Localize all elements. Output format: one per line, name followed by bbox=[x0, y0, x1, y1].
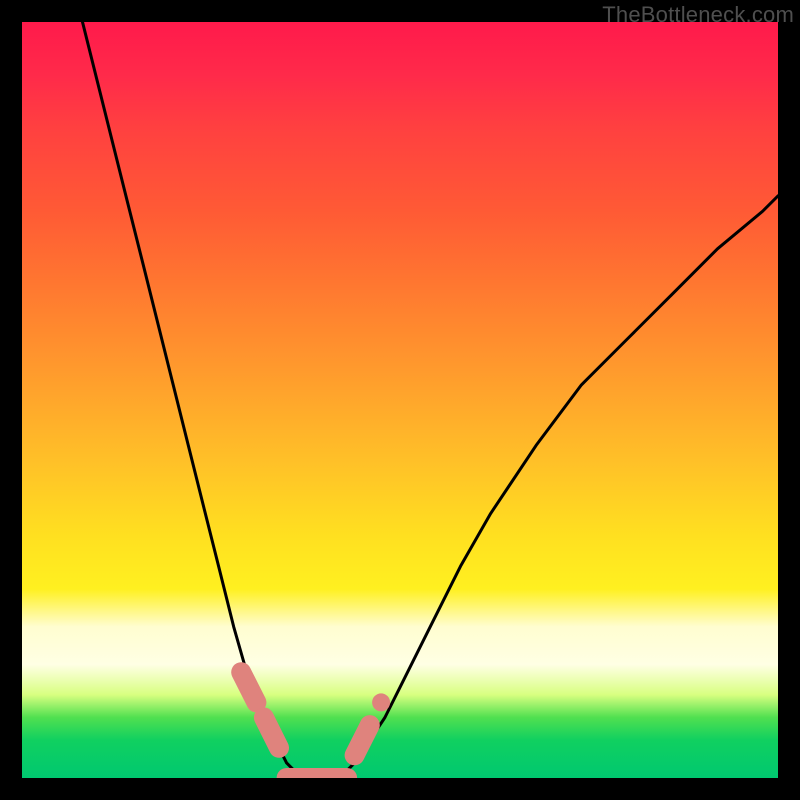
series-right-curve bbox=[340, 196, 779, 778]
marker-segment-1 bbox=[264, 718, 279, 748]
marker-dot-4 bbox=[372, 693, 390, 711]
plot-area bbox=[22, 22, 778, 778]
marker-segment-0 bbox=[241, 672, 256, 702]
marker-segment-3 bbox=[355, 725, 370, 755]
series-left-curve bbox=[83, 22, 302, 778]
watermark-text: TheBottleneck.com bbox=[602, 2, 794, 28]
chart-frame: TheBottleneck.com bbox=[0, 0, 800, 800]
curve-svg bbox=[22, 22, 778, 778]
